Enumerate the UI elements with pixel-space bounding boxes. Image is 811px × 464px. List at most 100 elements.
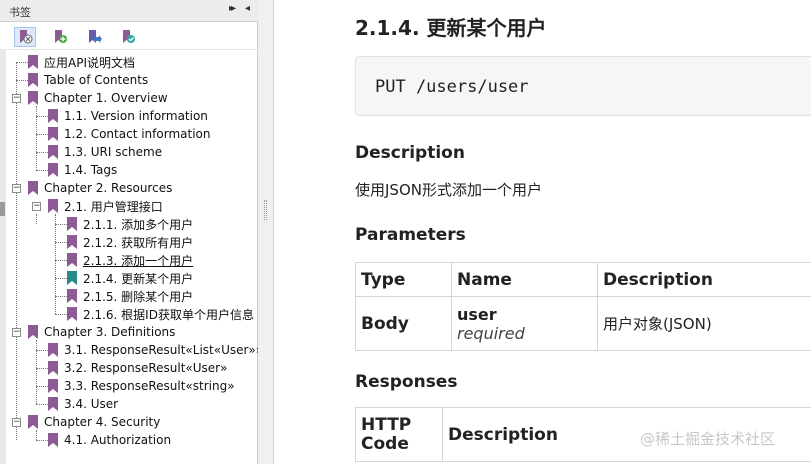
bookmark-item-3-4[interactable]: 3.4. User xyxy=(48,395,118,413)
endpoint-code-block: PUT /users/user xyxy=(355,56,811,116)
bookmark-icon xyxy=(48,163,58,177)
bookmark-label: 1.1. Version information xyxy=(64,109,208,123)
param-description: 用户对象(JSON) xyxy=(597,296,811,351)
collapse-chapter3-toggle[interactable]: − xyxy=(12,328,21,337)
bookmark-icon xyxy=(48,145,58,159)
column-header: Name xyxy=(451,262,598,297)
param-name: user xyxy=(457,304,497,324)
bookmark-item-4-1[interactable]: 4.1. Authorization xyxy=(48,431,171,449)
bookmark-item-3-3[interactable]: 3.3. ResponseResult«string» xyxy=(48,377,235,395)
bookmark-item-2-1-5[interactable]: 2.1.5. 删除某个用户 xyxy=(67,287,193,305)
bookmark-label: 3.1. ResponseResult«List«User»» xyxy=(64,343,264,357)
bookmark-icon xyxy=(67,217,77,231)
bookmark-item-toc[interactable]: Table of Contents xyxy=(28,71,148,89)
bookmark-label: 应用API说明文档 xyxy=(44,55,135,70)
bookmark-item-3-2[interactable]: 3.2. ResponseResult«User» xyxy=(48,359,227,377)
bookmark-label: 2.1.3. 添加一个用户 xyxy=(83,253,194,268)
responses-heading: Responses xyxy=(355,372,458,392)
collapse-chapter1-toggle[interactable]: − xyxy=(12,94,21,103)
bookmark-label: 4.1. Authorization xyxy=(64,433,172,447)
bookmark-icon xyxy=(48,127,58,141)
bookmark-icon xyxy=(67,307,77,321)
bookmarks-title: 书签 xyxy=(9,6,31,19)
bookmark-icon xyxy=(48,361,58,375)
watermark: @稀土掘金技术社区 xyxy=(640,430,776,448)
bookmark-label: Chapter 2. Resources xyxy=(44,181,173,195)
panel-gutter xyxy=(0,50,6,464)
bookmark-item-3-1[interactable]: 3.1. ResponseResult«List«User»» xyxy=(48,341,263,359)
bookmark-icon xyxy=(28,73,38,87)
bookmark-item-2-1-4-current[interactable]: 2.1.4. 更新某个用户 xyxy=(67,269,193,287)
bookmark-label: 1.3. URI scheme xyxy=(64,145,163,159)
bookmark-icon xyxy=(67,235,77,249)
bookmark-label: 2.1.2. 获取所有用户 xyxy=(83,235,194,250)
bookmark-icon xyxy=(67,289,77,303)
bookmark-item-2-1-6[interactable]: 2.1.6. 根据ID获取单个用户信息 xyxy=(67,305,254,323)
bookmark-item-doc-title[interactable]: 应用API说明文档 xyxy=(28,53,135,71)
gutter-tab[interactable] xyxy=(0,202,5,216)
bookmarks-panel: 书签 ▸▸ ◂ − − − − − 应用API说明文档 Table of Con… xyxy=(0,0,263,464)
panel-options-icon[interactable]: ▸▸ xyxy=(229,3,236,14)
column-header: Type xyxy=(355,262,452,297)
panel-splitter[interactable] xyxy=(258,0,274,464)
bookmark-item-1-3[interactable]: 1.3. URI scheme xyxy=(48,143,162,161)
bookmark-item-1-1[interactable]: 1.1. Version information xyxy=(48,107,208,125)
collapse-chapter2-toggle[interactable]: − xyxy=(12,184,21,193)
bookmark-item-1-4[interactable]: 1.4. Tags xyxy=(48,161,117,179)
bookmark-item-1-2[interactable]: 1.2. Contact information xyxy=(48,125,210,143)
bookmark-label: 3.3. ResponseResult«string» xyxy=(64,379,235,393)
column-header: Description xyxy=(597,262,811,297)
goto-bookmark-button[interactable] xyxy=(84,28,106,46)
bookmark-label: 2.1.1. 添加多个用户 xyxy=(83,217,194,232)
current-bookmark-icon xyxy=(67,271,77,285)
close-panel-icon[interactable]: ◂ xyxy=(245,3,250,14)
parameters-heading: Parameters xyxy=(355,225,466,245)
bookmark-label: 2.1. 用户管理接口 xyxy=(64,199,163,214)
bookmark-icon xyxy=(48,343,58,357)
column-header: HTTP Code xyxy=(355,407,443,462)
bookmark-label: 1.2. Contact information xyxy=(64,127,211,141)
bookmark-icon xyxy=(28,325,38,339)
bookmark-item-chapter1[interactable]: Chapter 1. Overview xyxy=(28,89,168,107)
goto-bookmark-icon xyxy=(89,30,102,43)
add-bookmark-icon xyxy=(55,30,67,43)
splitter-grip-icon[interactable] xyxy=(264,200,267,220)
bookmark-item-2-1[interactable]: 2.1. 用户管理接口 xyxy=(48,197,163,215)
description-heading: Description xyxy=(355,143,465,163)
bookmark-label: Chapter 3. Definitions xyxy=(44,325,176,339)
bookmarks-toolbar xyxy=(0,22,258,50)
bookmark-item-2-1-1[interactable]: 2.1.1. 添加多个用户 xyxy=(67,215,193,233)
collapse-section21-toggle[interactable]: − xyxy=(32,202,41,211)
bookmark-icon xyxy=(48,433,58,447)
bookmark-icon xyxy=(67,253,77,267)
param-name-cell: user required xyxy=(451,296,598,351)
document-view: 2.1.4. 更新某个用户 PUT /users/user Descriptio… xyxy=(275,0,811,464)
bookmark-label: 3.2. ResponseResult«User» xyxy=(64,361,228,375)
bookmark-item-chapter4[interactable]: Chapter 4. Security xyxy=(28,413,160,431)
bookmark-label: 2.1.5. 删除某个用户 xyxy=(83,289,194,304)
bookmark-label: Chapter 4. Security xyxy=(44,415,161,429)
expand-bookmark-icon xyxy=(123,30,135,43)
endpoint-code: PUT /users/user xyxy=(375,77,529,97)
table-row: Body user required 用户对象(JSON) xyxy=(355,296,811,351)
bookmark-icon xyxy=(48,397,58,411)
page-title: 2.1.4. 更新某个用户 xyxy=(355,16,547,40)
bookmark-icon xyxy=(48,109,58,123)
collapse-chapter4-toggle[interactable]: − xyxy=(12,418,21,427)
bookmark-item-chapter2[interactable]: Chapter 2. Resources xyxy=(28,179,172,197)
delete-bookmark-button[interactable] xyxy=(14,27,36,47)
expand-bookmark-button[interactable] xyxy=(118,28,140,46)
param-type: Body xyxy=(355,296,452,351)
bookmark-item-chapter3[interactable]: Chapter 3. Definitions xyxy=(28,323,175,341)
add-bookmark-button[interactable] xyxy=(50,28,72,46)
bookmark-label: 2.1.6. 根据ID获取单个用户信息 xyxy=(83,307,254,322)
bookmark-icon xyxy=(28,55,38,69)
bookmark-icon xyxy=(28,91,38,105)
delete-bookmark-icon xyxy=(20,30,33,44)
bookmark-label: 3.4. User xyxy=(64,397,119,411)
description-text: 使用JSON形式添加一个用户 xyxy=(355,181,542,199)
bookmark-icon xyxy=(48,379,58,393)
bookmark-item-2-1-2[interactable]: 2.1.2. 获取所有用户 xyxy=(67,233,193,251)
parameters-table: Type Name Description Body user required… xyxy=(355,262,811,351)
bookmark-item-2-1-3[interactable]: 2.1.3. 添加一个用户 xyxy=(67,251,193,269)
